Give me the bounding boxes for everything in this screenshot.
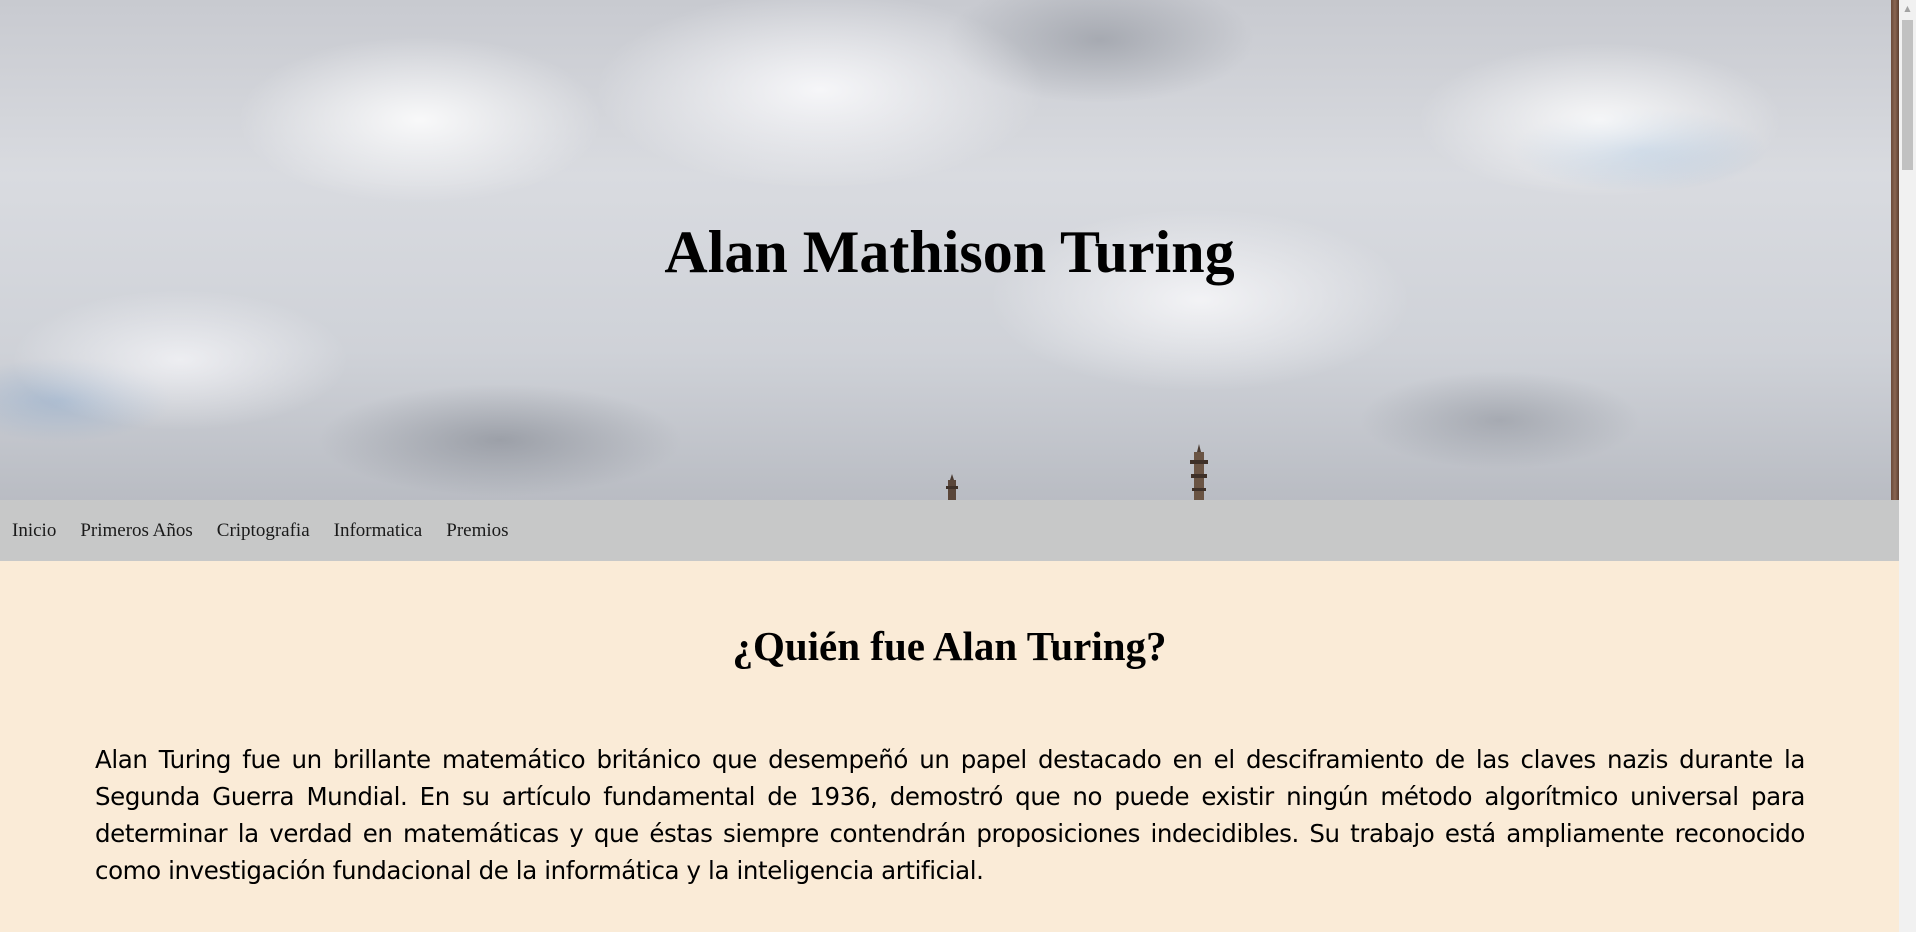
building-edge bbox=[1891, 0, 1899, 500]
section-heading: ¿Quién fue Alan Turing? bbox=[732, 623, 1167, 669]
scroll-up-arrow-icon[interactable]: ▲ bbox=[1899, 0, 1916, 17]
tower-spire-right bbox=[1190, 444, 1208, 500]
main-content: ¿Quién fue Alan Turing? Alan Turing fue … bbox=[0, 561, 1899, 932]
hero-title: Alan Mathison Turing bbox=[664, 219, 1235, 285]
nav-item-primeros-anos[interactable]: Primeros Años bbox=[68, 520, 204, 542]
scrollbar-thumb[interactable] bbox=[1902, 20, 1913, 170]
tower-spire-left bbox=[946, 474, 958, 500]
nav-item-inicio[interactable]: Inicio bbox=[0, 520, 68, 542]
vertical-scrollbar[interactable]: ▲ bbox=[1899, 0, 1916, 932]
nav-item-informatica[interactable]: Informatica bbox=[322, 520, 435, 542]
nav-item-premios[interactable]: Premios bbox=[434, 520, 520, 542]
section-paragraph: Alan Turing fue un brillante matemático … bbox=[95, 745, 1805, 885]
page: Alan Mathison Turing Inicio Primeros Año… bbox=[0, 0, 1899, 932]
hero-banner: Alan Mathison Turing bbox=[0, 0, 1899, 500]
nav-item-criptografia[interactable]: Criptografia bbox=[205, 520, 322, 542]
main-nav: Inicio Primeros Años Criptografia Inform… bbox=[0, 500, 1899, 561]
